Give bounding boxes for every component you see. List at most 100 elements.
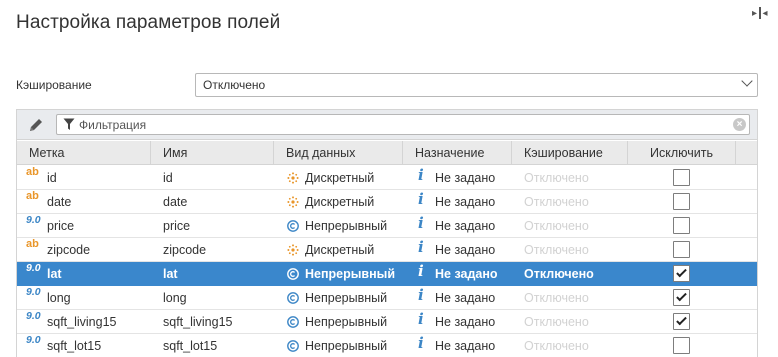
- column-header-purpose[interactable]: Назначение: [403, 141, 512, 165]
- field-caching: Отключено: [524, 171, 589, 185]
- number-type-icon: 9.0: [26, 286, 41, 298]
- field-caching: Отключено: [524, 243, 589, 257]
- string-type-icon: ab: [26, 166, 39, 178]
- column-header-exclude[interactable]: Исключить: [628, 141, 736, 165]
- chevron-down-icon: [741, 75, 753, 87]
- number-type-icon: 9.0: [26, 310, 41, 322]
- field-data-kind[interactable]: Дискретный: [305, 238, 374, 262]
- field-name: date: [163, 195, 188, 209]
- field-purpose[interactable]: Не задано: [435, 190, 495, 214]
- field-data-kind[interactable]: Непрерывный: [305, 262, 395, 286]
- field-label: lat: [47, 267, 62, 281]
- exclude-checkbox[interactable]: [673, 265, 690, 282]
- table-header: Метка Имя Вид данных Назначение Кэширова…: [17, 141, 757, 165]
- checkmark-icon: [676, 266, 687, 278]
- field-purpose[interactable]: Не задано: [435, 166, 495, 190]
- table-row[interactable]: ab date date Дискретный i Не задано Отключено: [17, 190, 757, 214]
- table-row[interactable]: ab id id Дискретный i Не задано Отключено: [17, 166, 757, 190]
- field-purpose[interactable]: Не задано: [435, 334, 495, 357]
- table-row[interactable]: 9.0 price price Непрерывный i Не задано Отключ…: [17, 214, 757, 238]
- field-data-kind[interactable]: Непрерывный: [305, 214, 387, 238]
- filter-input[interactable]: Фильтрация ×: [56, 114, 750, 135]
- field-purpose[interactable]: Не задано: [435, 262, 498, 286]
- field-label: sqft_living15: [47, 315, 117, 329]
- number-type-icon: 9.0: [26, 262, 41, 274]
- exclude-checkbox[interactable]: [673, 337, 690, 354]
- exclude-checkbox[interactable]: [673, 313, 690, 330]
- field-purpose[interactable]: Не задано: [435, 286, 495, 310]
- table-row[interactable]: 9.0 long long Непрерывный i Не задано Отключен…: [17, 286, 757, 310]
- field-label: zipcode: [47, 243, 91, 257]
- field-caching: Отключено: [524, 267, 594, 281]
- table-row[interactable]: ab zipcode zipcode Дискретный i Не задано Откл…: [17, 238, 757, 262]
- exclude-checkbox[interactable]: [673, 193, 690, 210]
- table-row[interactable]: 9.0 sqft_lot15 sqft_lot15 Непрерывный i Не за…: [17, 334, 757, 357]
- caching-select-value: Отключено: [203, 78, 266, 92]
- field-data-kind[interactable]: Непрерывный: [305, 310, 387, 334]
- discrete-icon: [287, 196, 299, 208]
- column-header-name[interactable]: Имя: [151, 141, 274, 165]
- collapse-panel-icon[interactable]: ▸ ◂: [752, 4, 774, 22]
- table-row[interactable]: 9.0 lat lat Непрерывный i Не задано Отключено: [17, 262, 757, 286]
- number-type-icon: 9.0: [26, 334, 41, 346]
- field-label: date: [47, 195, 72, 209]
- field-caching: Отключено: [524, 219, 589, 233]
- field-purpose[interactable]: Не задано: [435, 310, 495, 334]
- caching-label: Кэширование: [16, 78, 92, 92]
- fields-panel: Фильтрация × Метка Имя Вид данных Назнач…: [16, 109, 758, 357]
- page-title: Настройка параметров полей: [16, 12, 281, 33]
- info-icon: i: [418, 310, 424, 328]
- continuous-icon: [287, 316, 299, 328]
- exclude-checkbox[interactable]: [673, 169, 690, 186]
- discrete-icon: [287, 172, 299, 184]
- column-header-data-kind[interactable]: Вид данных: [274, 141, 403, 165]
- field-name: long: [163, 291, 187, 305]
- continuous-icon: [287, 340, 299, 352]
- field-name: sqft_lot15: [163, 339, 218, 353]
- pencil-icon[interactable]: [27, 116, 45, 134]
- field-purpose[interactable]: Не задано: [435, 238, 495, 262]
- number-type-icon: 9.0: [26, 214, 41, 226]
- filter-placeholder: Фильтрация: [79, 118, 147, 132]
- exclude-checkbox[interactable]: [673, 217, 690, 234]
- field-caching: Отключено: [524, 291, 589, 305]
- info-icon: i: [418, 166, 424, 184]
- field-label: id: [47, 171, 57, 185]
- continuous-icon: [287, 268, 299, 280]
- info-icon: i: [418, 262, 424, 280]
- field-purpose[interactable]: Не задано: [435, 214, 495, 238]
- field-caching: Отключено: [524, 315, 589, 329]
- caching-select[interactable]: Отключено: [195, 73, 758, 97]
- table-row[interactable]: 9.0 sqft_living15 sqft_living15 Непрерывный…: [17, 310, 757, 334]
- continuous-icon: [287, 220, 299, 232]
- field-label: price: [47, 219, 75, 233]
- string-type-icon: ab: [26, 238, 39, 250]
- filter-icon: [63, 118, 75, 130]
- field-label: long: [47, 291, 71, 305]
- fields-toolbar: Фильтрация ×: [17, 110, 757, 140]
- discrete-icon: [287, 244, 299, 256]
- info-icon: i: [418, 238, 424, 256]
- field-data-kind[interactable]: Дискретный: [305, 190, 374, 214]
- field-name: zipcode: [163, 243, 207, 257]
- column-header-label[interactable]: Метка: [17, 141, 151, 165]
- string-type-icon: ab: [26, 190, 39, 202]
- field-name: price: [163, 219, 191, 233]
- field-name: sqft_living15: [163, 315, 233, 329]
- clear-icon[interactable]: ×: [733, 118, 746, 131]
- field-data-kind[interactable]: Непрерывный: [305, 286, 387, 310]
- column-header-caching[interactable]: Кэширование: [512, 141, 628, 165]
- field-label: sqft_lot15: [47, 339, 102, 353]
- info-icon: i: [418, 286, 424, 304]
- info-icon: i: [418, 190, 424, 208]
- continuous-icon: [287, 292, 299, 304]
- field-data-kind[interactable]: Непрерывный: [305, 334, 387, 357]
- exclude-checkbox[interactable]: [673, 289, 690, 306]
- info-icon: i: [418, 214, 424, 232]
- field-name: id: [163, 171, 173, 185]
- info-icon: i: [418, 334, 424, 352]
- field-caching: Отключено: [524, 339, 589, 353]
- field-data-kind[interactable]: Дискретный: [305, 166, 374, 190]
- exclude-checkbox[interactable]: [673, 241, 690, 258]
- checkmark-icon: [676, 314, 687, 326]
